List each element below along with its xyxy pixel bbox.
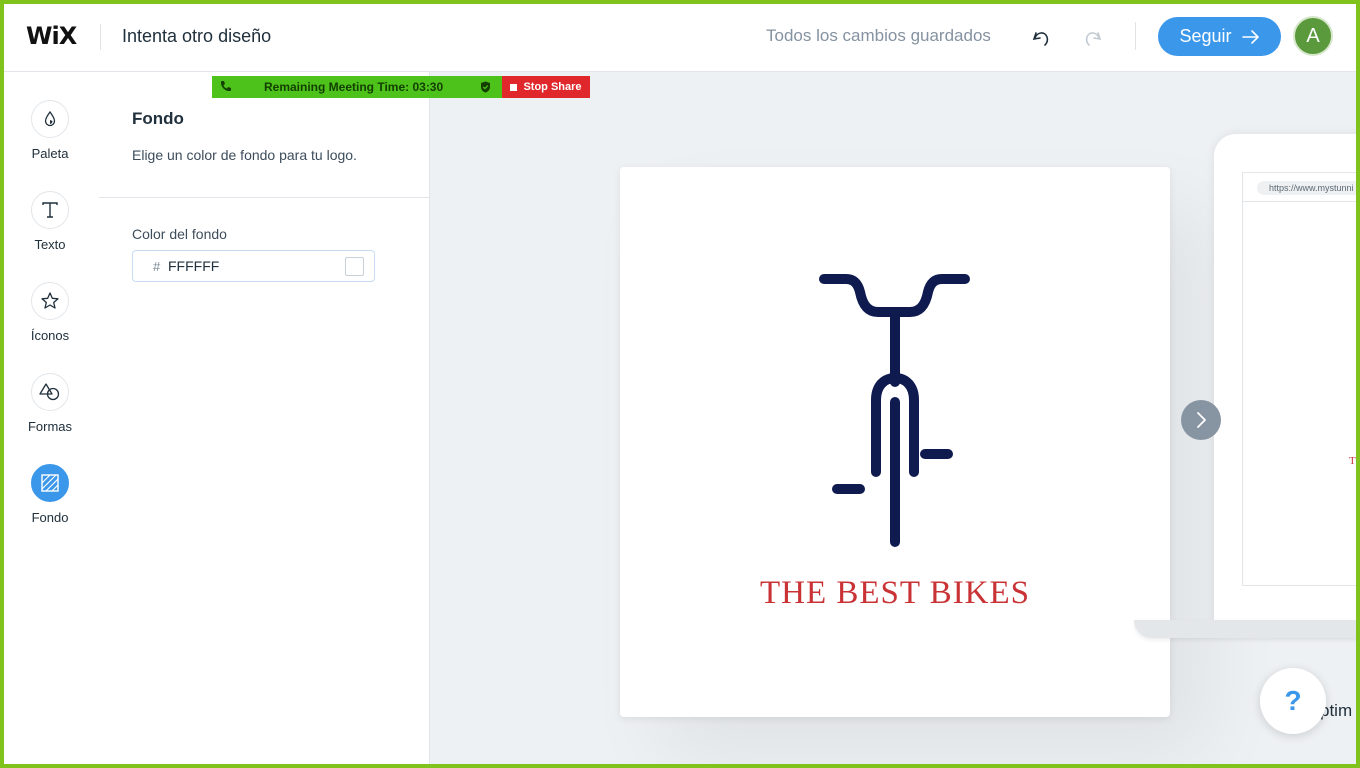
stop-share-label: Stop Share	[523, 81, 582, 93]
meeting-bar: Remaining Meeting Time: 03:30 Stop Share	[212, 76, 590, 98]
continue-button-label: Seguir	[1179, 26, 1232, 46]
sidebar-item-label: Paleta	[31, 146, 69, 161]
shield-icon	[481, 81, 490, 93]
bicycle-logo-icon	[819, 274, 970, 547]
color-field-label: Color del fondo	[132, 226, 227, 242]
preview-brand-fragment: T	[1349, 455, 1356, 467]
page-title: Intenta otro diseño	[122, 26, 272, 46]
shapes-icon	[31, 373, 69, 411]
sidebar-item-fondo[interactable]: Fondo	[4, 464, 96, 525]
sidebar-item-paleta[interactable]: Paleta	[4, 100, 96, 161]
save-status: Todos los cambios guardados	[766, 26, 991, 45]
browser-divider	[1243, 201, 1356, 202]
laptop-preview: https://www.mystunni	[1214, 134, 1356, 624]
settings-panel: Fondo Elige un color de fondo para tu lo…	[99, 72, 430, 764]
background-color-input[interactable]: # FFFFFF	[132, 250, 375, 282]
laptop-base	[1134, 620, 1356, 638]
meeting-timer: Remaining Meeting Time: 03:30	[212, 76, 502, 98]
panel-title: Fondo	[132, 109, 184, 128]
stop-share-button[interactable]: Stop Share	[502, 76, 590, 98]
sidebar-item-formas[interactable]: Formas	[4, 373, 96, 434]
star-icon	[31, 282, 69, 320]
avatar[interactable]: A	[1293, 16, 1333, 56]
sidebar-item-label: Íconos	[30, 328, 70, 343]
arrow-right-icon	[1241, 29, 1259, 44]
help-button[interactable]: ?	[1260, 668, 1326, 734]
redo-icon[interactable]	[1080, 24, 1106, 50]
top-bar: WiX Intenta otro diseño Todos los cambio…	[0, 0, 1360, 72]
text-t-icon	[31, 191, 69, 229]
logo-canvas: THE BEST BIKES https://www.mystunni T pt…	[430, 72, 1356, 764]
sidebar-item-texto[interactable]: Texto	[4, 191, 96, 252]
sidebar-item-iconos[interactable]: Íconos	[4, 282, 96, 343]
logo-preview-card: THE BEST BIKES	[620, 167, 1170, 717]
continue-button[interactable]: Seguir	[1158, 17, 1281, 56]
phone-icon	[221, 81, 231, 91]
meeting-time-text: Remaining Meeting Time: 03:30	[264, 80, 444, 94]
chevron-right-icon	[1197, 412, 1206, 428]
next-preview-button[interactable]	[1181, 400, 1221, 440]
sidebar-item-label: Texto	[34, 237, 66, 252]
logo-brand-text: THE BEST BIKES	[759, 575, 1031, 611]
stop-icon	[510, 83, 518, 91]
browser-preview: https://www.mystunni	[1242, 172, 1356, 586]
panel-description: Elige un color de fondo para tu logo.	[132, 147, 357, 163]
sidebar-item-label: Fondo	[31, 510, 69, 525]
palette-drop-icon	[31, 100, 69, 138]
color-swatch[interactable]	[345, 257, 364, 276]
color-hex-value[interactable]: FFFFFF	[168, 258, 219, 274]
undo-icon[interactable]	[1028, 24, 1054, 50]
tools-sidebar: Paleta Texto Íconos Formas Fondo	[4, 72, 100, 764]
preview-url: https://www.mystunni	[1257, 181, 1356, 195]
header-divider	[1135, 22, 1136, 50]
wix-logo[interactable]: WiX	[26, 22, 77, 50]
panel-divider	[99, 197, 429, 198]
header-divider	[100, 24, 101, 50]
hash-prefix: #	[153, 259, 161, 274]
sidebar-item-label: Formas	[27, 419, 73, 434]
background-hatch-icon	[31, 464, 69, 502]
